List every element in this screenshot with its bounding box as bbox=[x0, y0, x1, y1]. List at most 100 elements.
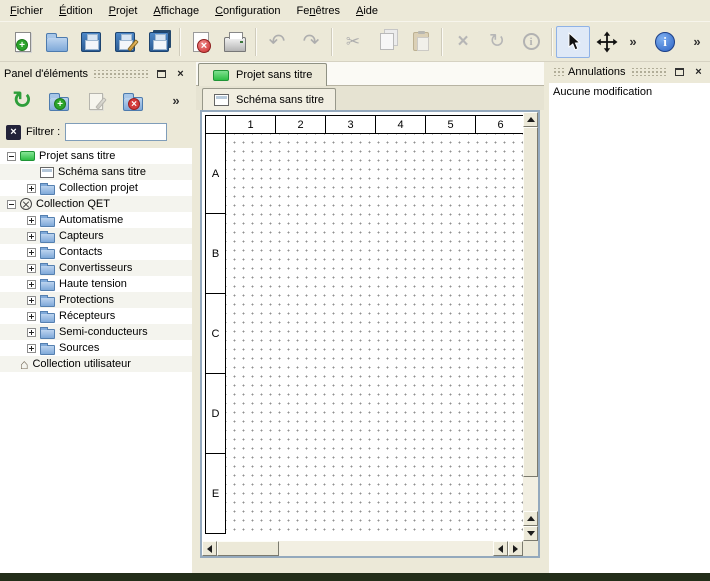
left-arrow-icon bbox=[207, 545, 212, 553]
tree-item-haute-tension[interactable]: Haute tension bbox=[0, 276, 192, 292]
tree-item-contacts[interactable]: Contacts bbox=[0, 244, 192, 260]
elements-toolbar-overflow-button[interactable] bbox=[168, 87, 184, 115]
menu-fichier[interactable]: Fichier bbox=[2, 1, 51, 21]
save-all-button[interactable] bbox=[142, 26, 176, 58]
tree-item-collection-utilisateur[interactable]: Collection utilisateur bbox=[0, 356, 192, 372]
cut-button[interactable] bbox=[336, 26, 370, 58]
new-document-icon bbox=[15, 32, 31, 52]
tree-item-label: Automatisme bbox=[59, 214, 123, 226]
new-document-button[interactable] bbox=[6, 26, 40, 58]
schema-viewport[interactable]: 1 2 3 4 5 6 A B C D E bbox=[202, 112, 523, 541]
elements-panel-titlebar[interactable]: Panel d'éléments bbox=[0, 66, 192, 82]
vertical-scrollbar[interactable] bbox=[523, 112, 538, 541]
schema-icon bbox=[214, 94, 229, 106]
plus-badge-icon bbox=[16, 39, 28, 51]
clear-filter-icon[interactable] bbox=[6, 125, 21, 140]
tree-item-sources[interactable]: Sources bbox=[0, 340, 192, 356]
elements-toolbar bbox=[0, 82, 192, 120]
open-project-button[interactable] bbox=[40, 26, 74, 58]
pan-mode-button[interactable] bbox=[590, 26, 624, 58]
rotate-button[interactable] bbox=[480, 26, 514, 58]
dock-grip[interactable] bbox=[92, 70, 150, 78]
element-info-button[interactable] bbox=[514, 26, 548, 58]
tree-item-label: Capteurs bbox=[59, 230, 104, 242]
expand-icon[interactable] bbox=[27, 232, 36, 241]
tab-projet-sans-titre[interactable]: Projet sans titre bbox=[198, 63, 327, 86]
expand-icon[interactable] bbox=[27, 264, 36, 273]
close-dock-button[interactable] bbox=[173, 68, 188, 81]
expand-icon[interactable] bbox=[27, 328, 36, 337]
expand-icon[interactable] bbox=[27, 248, 36, 257]
save-button[interactable] bbox=[74, 26, 108, 58]
delete-element-button[interactable] bbox=[119, 87, 147, 115]
scroll-left-button-2[interactable] bbox=[493, 541, 508, 556]
expand-icon[interactable] bbox=[27, 296, 36, 305]
menu-affichage[interactable]: Affichage bbox=[145, 1, 207, 21]
tree-item-convertisseurs[interactable]: Convertisseurs bbox=[0, 260, 192, 276]
horizontal-scrollbar[interactable] bbox=[202, 541, 523, 556]
horizontal-scroll-thumb[interactable] bbox=[217, 541, 279, 556]
drawing-canvas[interactable] bbox=[226, 134, 523, 534]
reload-collections-button[interactable] bbox=[8, 87, 36, 115]
collapse-icon[interactable] bbox=[7, 200, 16, 209]
toolbar-separator bbox=[441, 28, 443, 56]
tree-item-label: Protections bbox=[59, 294, 114, 306]
expand-icon[interactable] bbox=[27, 312, 36, 321]
toolbar-overflow-button-2[interactable] bbox=[690, 26, 704, 58]
menu-fenetres[interactable]: Fenêtres bbox=[289, 1, 348, 21]
scroll-left-button[interactable] bbox=[202, 541, 217, 556]
tree-item-projet-sans-titre[interactable]: Projet sans titre bbox=[0, 148, 192, 164]
edit-element-button[interactable] bbox=[82, 87, 110, 115]
close-dock-button[interactable] bbox=[691, 66, 706, 79]
scroll-up-button[interactable] bbox=[523, 112, 538, 127]
delete-button[interactable] bbox=[446, 26, 480, 58]
tree-item-schema-sans-titre[interactable]: Schéma sans titre bbox=[0, 164, 192, 180]
menu-configuration[interactable]: Configuration bbox=[207, 1, 288, 21]
tree-item-collection-qet[interactable]: Collection QET bbox=[0, 196, 192, 212]
scroll-down-button[interactable] bbox=[523, 526, 538, 541]
folder-icon bbox=[40, 345, 55, 355]
collapse-icon[interactable] bbox=[7, 152, 16, 161]
menu-projet[interactable]: Projet bbox=[101, 1, 146, 21]
tree-item-protections[interactable]: Protections bbox=[0, 292, 192, 308]
close-file-button[interactable] bbox=[184, 26, 218, 58]
float-dock-button[interactable] bbox=[672, 66, 687, 79]
expand-icon[interactable] bbox=[27, 216, 36, 225]
menu-edition[interactable]: Édition bbox=[51, 1, 101, 21]
redo-button[interactable] bbox=[294, 26, 328, 58]
menu-aide[interactable]: Aide bbox=[348, 1, 386, 21]
float-dock-button[interactable] bbox=[154, 68, 169, 81]
tree-item-label: Convertisseurs bbox=[59, 262, 132, 274]
vertical-scroll-thumb[interactable] bbox=[523, 127, 538, 477]
undo-button[interactable] bbox=[260, 26, 294, 58]
select-mode-button[interactable] bbox=[556, 26, 590, 58]
tab-schema-sans-titre[interactable]: Schéma sans titre bbox=[202, 88, 336, 110]
save-as-button[interactable] bbox=[108, 26, 142, 58]
qet-collection-icon bbox=[20, 198, 32, 210]
expand-icon[interactable] bbox=[27, 344, 36, 353]
expand-icon[interactable] bbox=[27, 184, 36, 193]
print-button[interactable] bbox=[218, 26, 252, 58]
column-header-4: 4 bbox=[376, 116, 426, 134]
filter-input[interactable] bbox=[65, 123, 167, 141]
tree-item-label: Schéma sans titre bbox=[58, 166, 146, 178]
scroll-right-button[interactable] bbox=[508, 541, 523, 556]
toolbar-overflow-button[interactable] bbox=[624, 26, 642, 58]
undo-panel-titlebar[interactable]: Annulations bbox=[548, 64, 710, 80]
tree-item-semi-conducteurs[interactable]: Semi-conducteurs bbox=[0, 324, 192, 340]
tree-item-recepteurs[interactable]: Récepteurs bbox=[0, 308, 192, 324]
about-button[interactable] bbox=[648, 26, 682, 58]
scroll-up-button-2[interactable] bbox=[523, 511, 538, 526]
dock-grip[interactable] bbox=[630, 68, 669, 76]
redo-icon bbox=[303, 32, 320, 52]
tree-item-capteurs[interactable]: Capteurs bbox=[0, 228, 192, 244]
tree-item-collection-projet[interactable]: Collection projet bbox=[0, 180, 192, 196]
expand-icon[interactable] bbox=[27, 280, 36, 289]
paste-button[interactable] bbox=[404, 26, 438, 58]
undo-history-list[interactable]: Aucune modification bbox=[549, 83, 710, 573]
row-label-column: A B C D E bbox=[206, 134, 226, 534]
tree-item-automatisme[interactable]: Automatisme bbox=[0, 212, 192, 228]
copy-button[interactable] bbox=[370, 26, 404, 58]
new-element-button[interactable] bbox=[45, 87, 73, 115]
dock-grip[interactable] bbox=[552, 68, 564, 76]
